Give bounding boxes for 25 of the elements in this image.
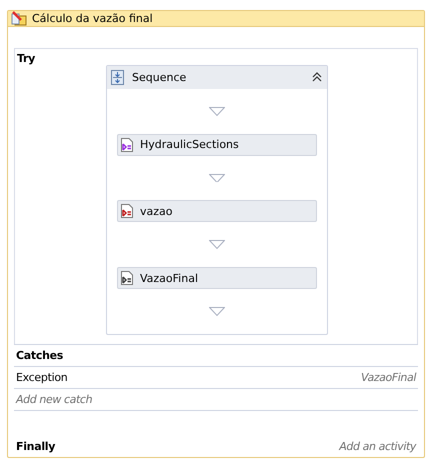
activity-name: HydraulicSections <box>140 138 239 152</box>
activity-item[interactable]: HydraulicSections <box>117 134 317 156</box>
activity-item[interactable]: vazao <box>117 200 317 222</box>
document-icon <box>121 271 133 286</box>
arrow-icon <box>209 240 225 250</box>
document-icon <box>121 138 133 152</box>
add-catch-link[interactable]: Add new catch <box>16 393 92 406</box>
sequence-icon <box>111 70 124 85</box>
finally-label: Finally <box>16 440 56 453</box>
catch-handler: VazaoFinal <box>361 371 416 384</box>
try-label: Try <box>17 52 35 65</box>
exception-type[interactable]: Exception <box>16 371 68 384</box>
sequence-title: Sequence <box>132 70 188 84</box>
activity-title: Cálculo da vazão final <box>32 12 153 25</box>
arrow-icon <box>209 307 225 316</box>
catches-label: Catches <box>16 349 64 362</box>
arrow-icon <box>209 106 225 116</box>
activity-name: VazaoFinal <box>140 272 198 285</box>
activity-name: vazao <box>140 204 172 218</box>
collapse-icon[interactable] <box>312 72 322 82</box>
arrow-icon <box>209 174 225 182</box>
add-activity-placeholder[interactable]: Add an activity <box>339 440 416 453</box>
activity-icon <box>11 11 27 26</box>
activity-item[interactable]: VazaoFinal <box>117 267 317 290</box>
document-icon <box>121 204 133 218</box>
